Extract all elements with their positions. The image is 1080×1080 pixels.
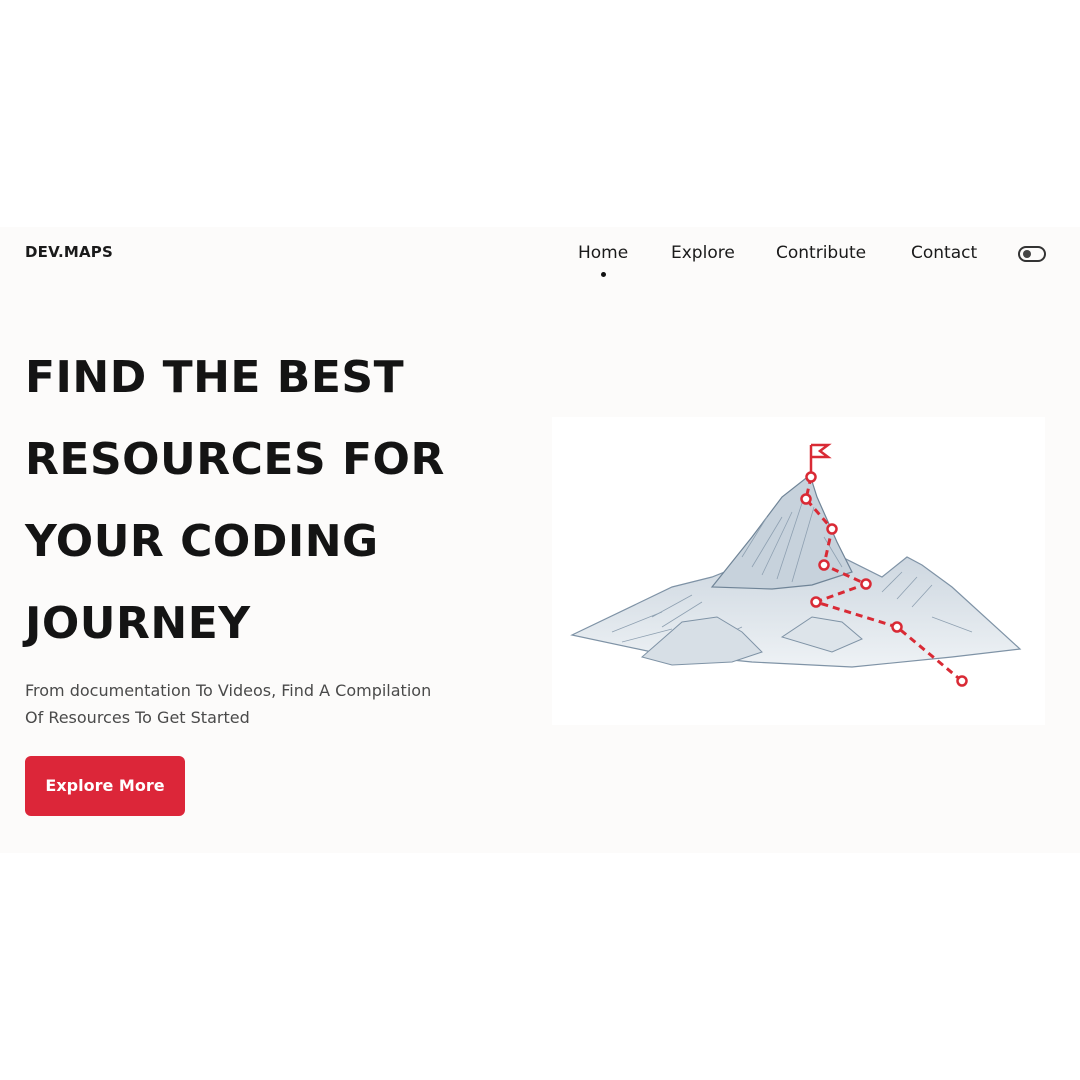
hero-section: DEV.MAPS Home Explore Contribute Contact…	[0, 227, 1080, 853]
headline-line: RESOURCES FOR	[25, 434, 445, 485]
headline-line: FIND THE BEST	[25, 352, 405, 403]
nav-item-home[interactable]: Home	[578, 243, 628, 263]
explore-more-button[interactable]: Explore More	[25, 756, 185, 816]
main-nav: Home Explore Contribute Contact	[0, 243, 1080, 283]
hero-headline: FIND THE BEST RESOURCES FOR YOUR CODING …	[25, 337, 545, 665]
subtext-line: From documentation To Videos, Find A Com…	[25, 681, 432, 700]
mountain-path-illustration	[552, 417, 1045, 725]
nav-item-contact[interactable]: Contact	[911, 243, 977, 263]
nav-item-explore[interactable]: Explore	[671, 243, 735, 263]
active-nav-indicator	[601, 272, 606, 277]
theme-toggle[interactable]	[1018, 246, 1046, 262]
headline-line: JOURNEY	[25, 598, 251, 649]
nav-item-contribute[interactable]: Contribute	[776, 243, 866, 263]
mountain-icon	[570, 443, 1022, 687]
hero-subtext: From documentation To Videos, Find A Com…	[25, 677, 485, 731]
toggle-knob	[1023, 250, 1031, 258]
subtext-line: Of Resources To Get Started	[25, 708, 250, 727]
headline-line: YOUR CODING	[25, 516, 379, 567]
